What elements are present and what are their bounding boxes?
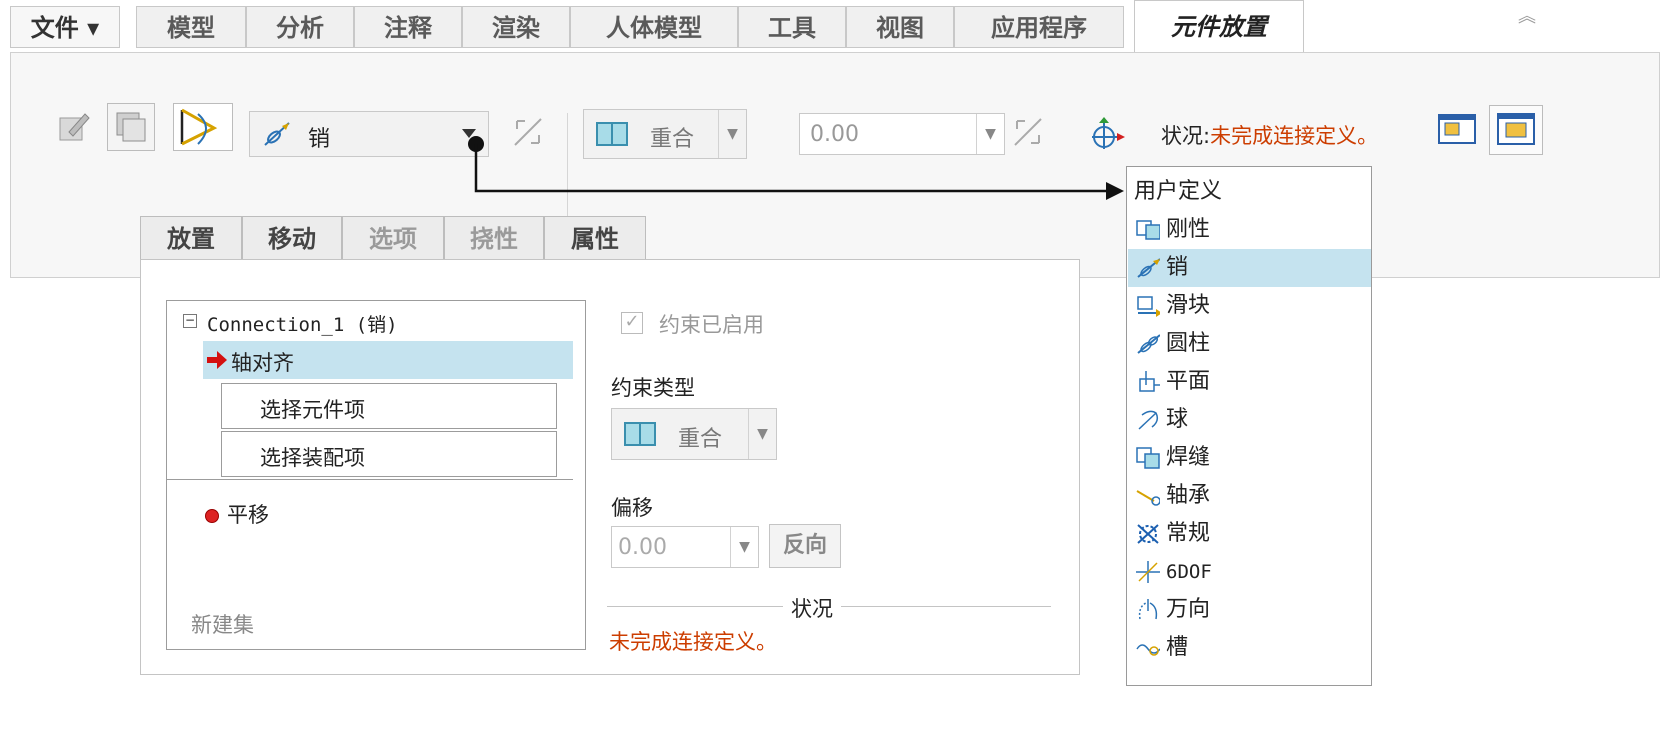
select-assembly-item-label: 选择装配项 xyxy=(260,446,365,470)
dropdown-item-rigid[interactable]: 刚性 xyxy=(1128,211,1371,249)
dropdown-item-label: 平面 xyxy=(1166,369,1211,394)
tab-options[interactable]: 选项 xyxy=(342,216,444,260)
red-dot-icon xyxy=(205,509,219,523)
constraint-enabled-label: 约束已启用 xyxy=(659,313,764,337)
connection-type-dropdown: 用户定义 刚性 销 滑块 圆柱 平面 球 焊缝 轴承 常规 6DOF 万向 槽 xyxy=(1126,166,1372,686)
dropdown-item-planar[interactable]: 平面 xyxy=(1128,363,1371,401)
dropdown-item-label: 球 xyxy=(1166,407,1189,432)
rigid-icon xyxy=(1136,220,1160,240)
dropdown-item-label: 轴承 xyxy=(1166,483,1211,508)
dropdown-item-label: 刚性 xyxy=(1166,217,1211,242)
dropdown-item-label: 常规 xyxy=(1166,521,1211,546)
collapse-icon[interactable]: − xyxy=(183,314,197,328)
offset-label: 偏移 xyxy=(611,496,653,520)
connection-tree: − Connection_1 (销) 轴对齐 选择元件项 选择装配项 平移 新建… xyxy=(166,300,586,650)
dropdown-item-label: 圆柱 xyxy=(1166,331,1211,356)
gimbal-icon xyxy=(1138,599,1158,620)
offset-input[interactable]: 0.00 ▼ xyxy=(611,526,759,568)
axis-align-row[interactable]: 轴对齐 xyxy=(203,341,573,379)
dropdown-item-label: 焊缝 xyxy=(1166,445,1211,470)
dropdown-item-gimbal[interactable]: 万向 xyxy=(1128,591,1371,629)
coincident-icon xyxy=(624,422,656,452)
slider-icon xyxy=(1137,296,1160,317)
dropdown-item-slider[interactable]: 滑块 xyxy=(1128,287,1371,325)
select-component-item-field[interactable]: 选择元件项 xyxy=(221,383,557,429)
dropdown-item-cylinder[interactable]: 圆柱 xyxy=(1128,325,1371,363)
dropdown-item-bearing[interactable]: 轴承 xyxy=(1128,477,1371,515)
flip-button[interactable]: 反向 xyxy=(769,524,841,568)
ball-icon xyxy=(1138,410,1159,430)
tab-move[interactable]: 移动 xyxy=(242,216,342,260)
dropdown-header: 用户定义 xyxy=(1128,173,1371,211)
tab-placement[interactable]: 放置 xyxy=(140,216,242,260)
red-arrow-icon xyxy=(205,349,229,375)
cylinder-icon xyxy=(1137,334,1160,354)
dropdown-item-general[interactable]: 常规 xyxy=(1128,515,1371,553)
slot-icon xyxy=(1136,644,1160,656)
user-defined-label: 用户定义 xyxy=(1134,179,1223,204)
dropdown-item-label: 万向 xyxy=(1166,597,1211,622)
tree-divider xyxy=(167,479,573,480)
constraint-type-select[interactable]: 重合 ▼ xyxy=(611,408,777,460)
chevron-down-icon[interactable]: ▼ xyxy=(730,527,758,567)
dropdown-item-6dof[interactable]: 6DOF xyxy=(1128,553,1371,591)
constraint-enabled-checkbox[interactable]: ✓ xyxy=(621,312,643,334)
general-icon xyxy=(1137,524,1159,544)
status-text: 未完成连接定义。 xyxy=(609,630,777,654)
pin-icon xyxy=(1137,258,1160,278)
dropdown-item-weld[interactable]: 焊缝 xyxy=(1128,439,1371,477)
translation-label[interactable]: 平移 xyxy=(227,499,269,529)
dropdown-item-label: 槽 xyxy=(1166,635,1189,660)
tab-properties[interactable]: 属性 xyxy=(544,216,646,260)
constraint-type-value: 重合 xyxy=(678,427,723,452)
bearing-icon xyxy=(1136,490,1160,506)
six-dof-icon xyxy=(1136,561,1160,583)
offset-value: 0.00 xyxy=(618,535,667,560)
chevron-down-icon[interactable]: ▼ xyxy=(748,409,776,459)
select-assembly-item-field[interactable]: 选择装配项 xyxy=(221,431,557,477)
dropdown-item-slot[interactable]: 槽 xyxy=(1128,629,1371,667)
dropdown-item-label: 6DOF xyxy=(1166,561,1212,583)
new-set-link[interactable]: 新建集 xyxy=(191,609,254,639)
dropdown-item-label: 销 xyxy=(1166,255,1189,280)
axis-align-label: 轴对齐 xyxy=(231,351,294,375)
status-title: 状况 xyxy=(783,593,841,623)
dropdown-item-pin[interactable]: 销 xyxy=(1128,249,1371,287)
constraint-type-label: 约束类型 xyxy=(611,376,695,400)
weld-icon xyxy=(1136,447,1160,469)
select-component-item-label: 选择元件项 xyxy=(260,398,365,422)
planar-icon xyxy=(1139,371,1160,392)
placement-panel: − Connection_1 (销) 轴对齐 选择元件项 选择装配项 平移 新建… xyxy=(140,259,1080,675)
connection-node[interactable]: Connection_1 (销) xyxy=(207,310,398,337)
dropdown-item-ball[interactable]: 球 xyxy=(1128,401,1371,439)
dropdown-item-label: 滑块 xyxy=(1166,293,1211,318)
tab-flexibility[interactable]: 挠性 xyxy=(444,216,544,260)
